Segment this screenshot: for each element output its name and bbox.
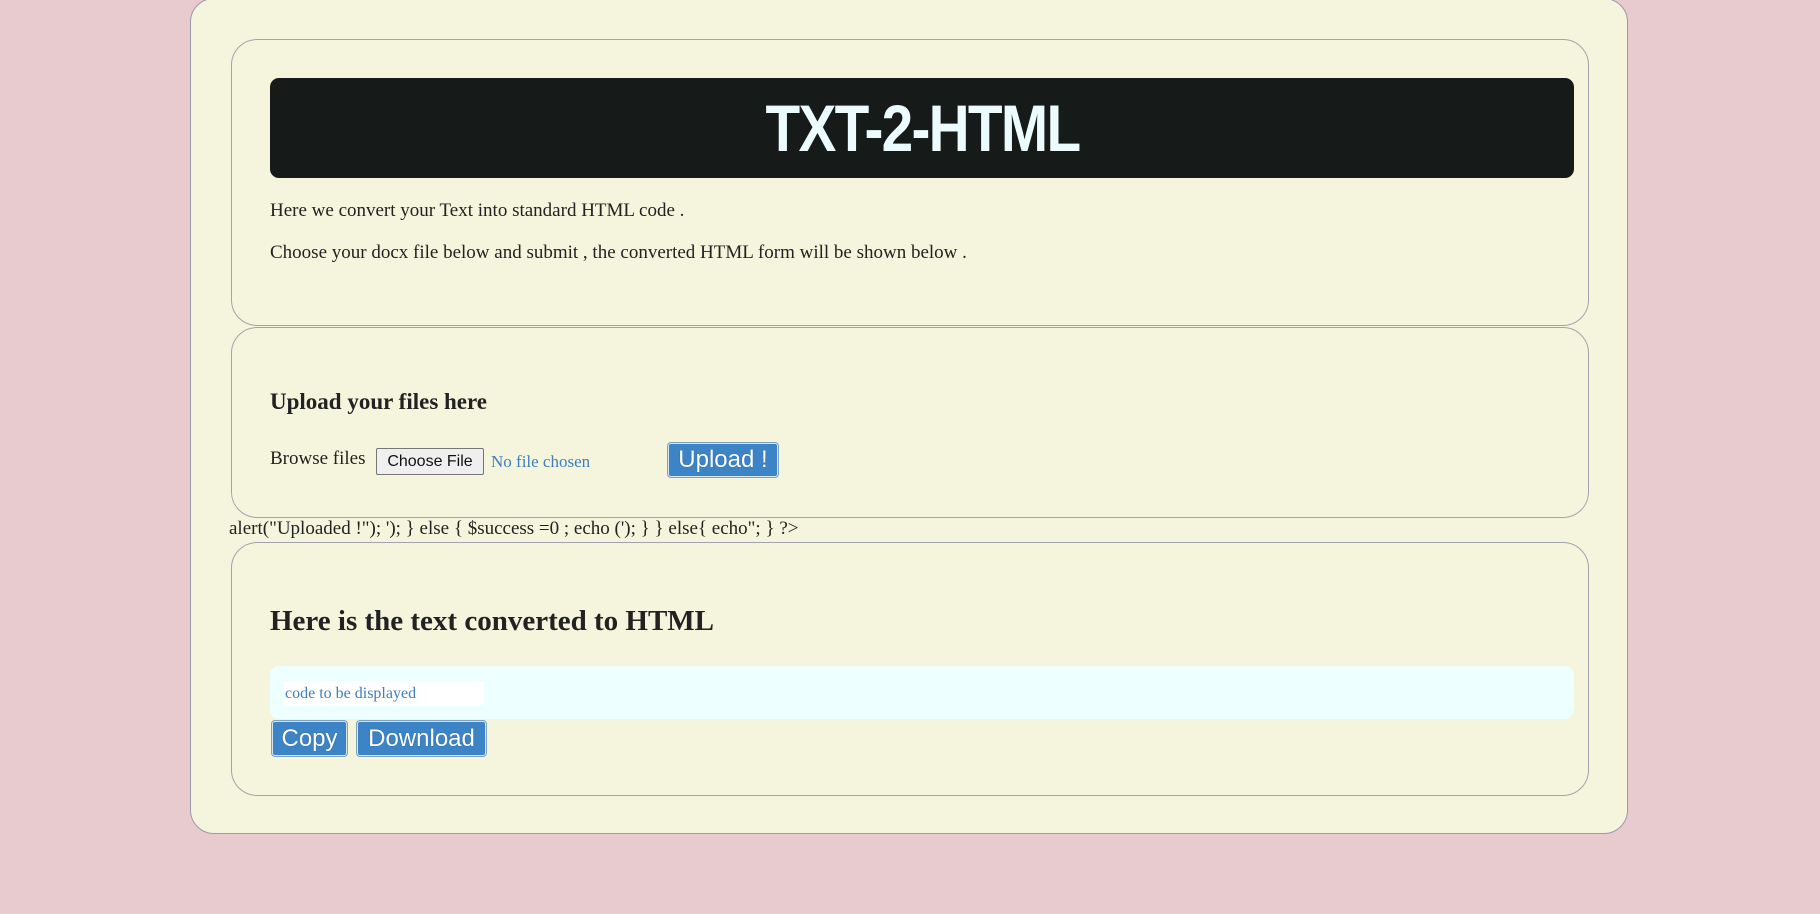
code-output-area[interactable]: code to be displayed <box>270 666 1574 719</box>
title-banner: TXT-2-HTML <box>270 78 1574 178</box>
output-heading: Here is the text converted to HTML <box>270 605 715 637</box>
upload-panel: Upload your files here Browse files Choo… <box>231 327 1589 518</box>
file-status-text: No file chosen <box>491 452 591 471</box>
intro-text-1: Here we convert your Text into standard … <box>270 200 685 221</box>
copy-button[interactable]: Copy <box>271 720 348 757</box>
code-placeholder: code to be displayed <box>284 681 484 706</box>
download-button[interactable]: Download <box>356 720 487 757</box>
browse-files-label: Browse files <box>270 448 366 469</box>
output-panel: Here is the text converted to HTML code … <box>231 542 1589 796</box>
intro-panel: TXT-2-HTML Here we convert your Text int… <box>231 39 1589 326</box>
upload-button[interactable]: Upload ! <box>667 442 779 478</box>
page-title: TXT-2-HTML <box>765 91 1081 165</box>
upload-heading: Upload your files here <box>270 389 488 414</box>
intro-text-2: Choose your docx file below and submit ,… <box>270 242 967 263</box>
choose-file-button[interactable]: Choose File <box>376 448 484 475</box>
stray-code-text: alert("Uploaded !"); '); } else { $succe… <box>229 518 799 539</box>
